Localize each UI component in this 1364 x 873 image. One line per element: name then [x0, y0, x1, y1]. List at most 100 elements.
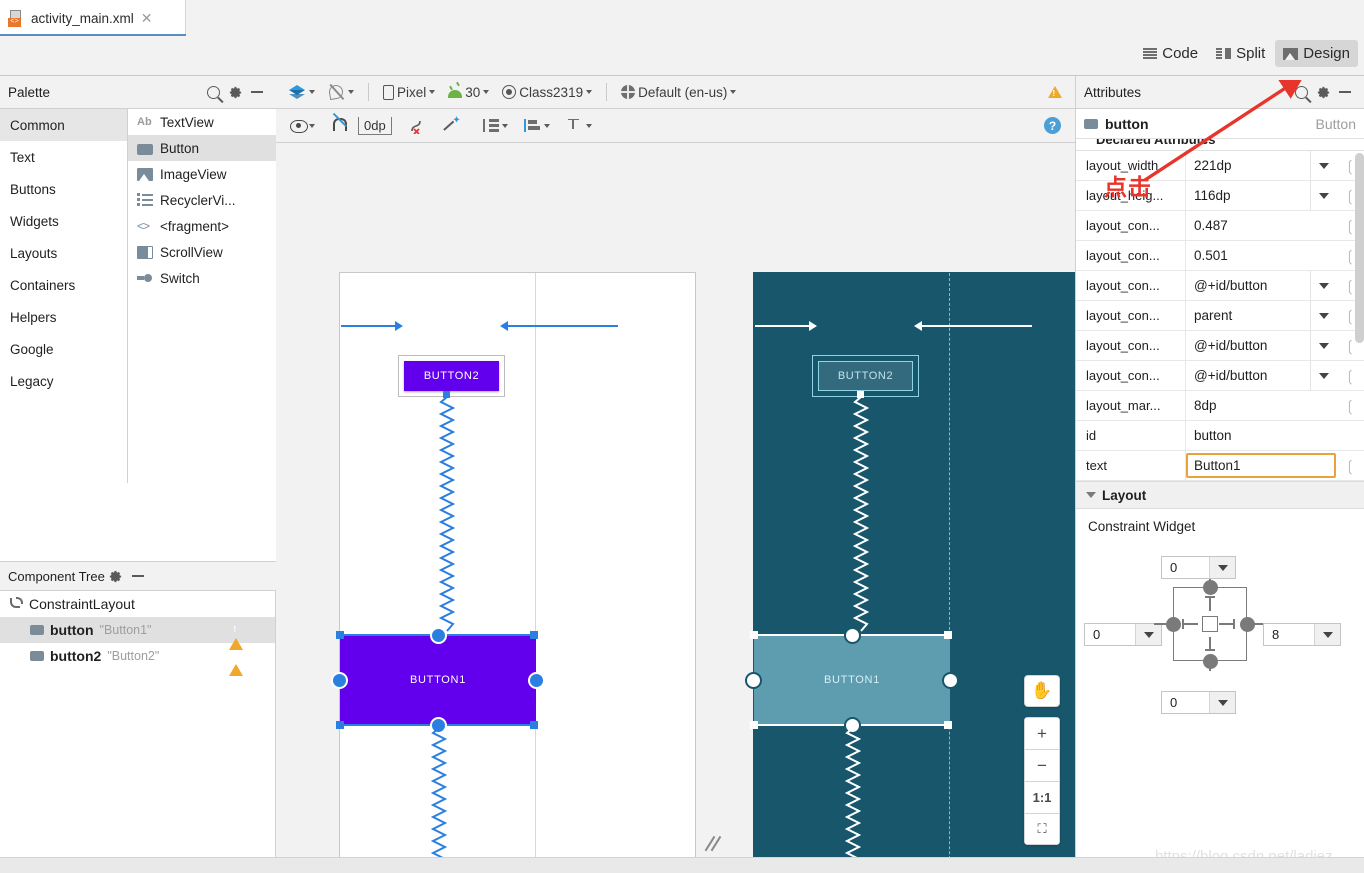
attr-value[interactable]: 8dp: [1186, 391, 1336, 420]
palette-category-helpers[interactable]: Helpers: [0, 301, 127, 333]
chevron-down-icon[interactable]: [1135, 624, 1161, 645]
palette-category-legacy[interactable]: Legacy: [0, 365, 127, 397]
palette-item-imageview[interactable]: ImageView: [128, 161, 276, 187]
tab-split[interactable]: Split: [1208, 40, 1273, 67]
margin-right-spinner[interactable]: 8: [1263, 623, 1341, 646]
editor-tab-activity-main[interactable]: <> activity_main.xml ✕: [0, 0, 186, 36]
attr-value[interactable]: 0.487: [1186, 211, 1336, 240]
preview-button2[interactable]: BUTTON2: [818, 361, 913, 391]
help-icon[interactable]: ?: [1039, 114, 1066, 137]
design-canvas[interactable]: BUTTON2 BUTTON1 BUTTON2 BUTTON1 ✋ + − 1:…: [276, 144, 1075, 873]
zoom-fit-button[interactable]: ⛶: [1024, 813, 1060, 845]
margin-bottom-value[interactable]: 0: [1162, 695, 1209, 710]
panel-resize-grip[interactable]: [704, 835, 724, 853]
palette-item-recyclerview[interactable]: RecyclerVi...: [128, 187, 276, 213]
layers-icon[interactable]: [284, 82, 320, 103]
close-icon[interactable]: ✕: [141, 11, 153, 25]
attr-value[interactable]: parent: [1186, 301, 1310, 330]
chevron-down-icon[interactable]: [1310, 301, 1336, 330]
gear-icon[interactable]: [1312, 81, 1334, 103]
minimize-icon[interactable]: [246, 81, 268, 103]
text-attribute-input[interactable]: Button1: [1186, 453, 1336, 478]
resize-handle-bl[interactable]: [750, 721, 758, 729]
palette-item-textview[interactable]: Ab TextView: [128, 109, 276, 135]
chevron-down-icon[interactable]: [1310, 151, 1336, 180]
attr-row-constraint-end[interactable]: layout_con... @+id/button ❲: [1076, 331, 1364, 361]
minimize-icon[interactable]: [127, 565, 149, 587]
locale-selector[interactable]: Default (en-us): [616, 82, 741, 103]
resize-handle-tl[interactable]: [336, 631, 344, 639]
warning-icon[interactable]: [229, 622, 243, 650]
tree-node-button[interactable]: button "Button1": [0, 617, 275, 650]
declared-attributes-header[interactable]: Declared Attributes: [1076, 139, 1364, 151]
resize-handle-bl[interactable]: [336, 721, 344, 729]
margin-top-value[interactable]: 0: [1162, 560, 1209, 575]
layout-section-header[interactable]: Layout: [1076, 481, 1364, 509]
search-icon[interactable]: [1290, 81, 1312, 103]
tree-node-constraintlayout[interactable]: ConstraintLayout: [0, 591, 275, 617]
attr-row-layout-margin[interactable]: layout_mar... 8dp ❲: [1076, 391, 1364, 421]
attr-row-id[interactable]: id button: [1076, 421, 1364, 451]
attr-value[interactable]: @+id/button: [1186, 361, 1310, 390]
attr-row-constraint-bottom[interactable]: layout_con... @+id/button ❲: [1076, 361, 1364, 391]
resize-handle-br[interactable]: [530, 721, 538, 729]
chevron-down-icon[interactable]: [1310, 361, 1336, 390]
margin-left-spinner[interactable]: 0: [1084, 623, 1162, 646]
attr-resource-picker[interactable]: ❲: [1336, 451, 1364, 480]
anchor-right[interactable]: [528, 672, 545, 689]
anchor-right[interactable]: [942, 672, 959, 689]
anchor-top[interactable]: [844, 627, 861, 644]
chevron-down-icon[interactable]: [1209, 692, 1235, 713]
zoom-out-button[interactable]: −: [1024, 749, 1060, 781]
tab-code[interactable]: Code: [1135, 40, 1206, 67]
gear-icon[interactable]: [105, 565, 127, 587]
palette-category-google[interactable]: Google: [0, 333, 127, 365]
chevron-down-icon[interactable]: [1209, 557, 1235, 578]
resize-handle-tl[interactable]: [750, 631, 758, 639]
palette-category-text[interactable]: Text: [0, 141, 127, 173]
infer-constraints-icon[interactable]: [438, 115, 465, 137]
anchor-left[interactable]: [331, 672, 348, 689]
theme-selector[interactable]: Class2319: [497, 82, 597, 103]
resize-handle-br[interactable]: [944, 721, 952, 729]
attr-value[interactable]: 221dp: [1186, 151, 1310, 180]
default-margin-value[interactable]: 0dp: [358, 116, 392, 135]
attributes-scrollbar[interactable]: [1355, 153, 1364, 433]
chevron-down-icon[interactable]: [1314, 624, 1340, 645]
anchor-top[interactable]: [430, 627, 447, 644]
search-icon[interactable]: [202, 81, 224, 103]
autoconnect-icon[interactable]: [326, 115, 352, 136]
gear-icon[interactable]: [224, 81, 246, 103]
warning-icon[interactable]: [1043, 83, 1067, 101]
resize-handle-tr[interactable]: [944, 631, 952, 639]
palette-item-scrollview[interactable]: ScrollView: [128, 239, 276, 265]
palette-item-button[interactable]: Button: [128, 135, 276, 161]
attr-row-horizontal-bias[interactable]: layout_con... 0.487 ❲: [1076, 211, 1364, 241]
no-render-icon[interactable]: [323, 81, 359, 103]
chevron-down-icon[interactable]: [1310, 181, 1336, 210]
palette-category-layouts[interactable]: Layouts: [0, 237, 127, 269]
chevron-down-icon[interactable]: [1310, 271, 1336, 300]
anchor-left[interactable]: [1166, 617, 1181, 632]
attr-value[interactable]: 116dp: [1186, 181, 1310, 210]
device-selector[interactable]: Pixel: [378, 82, 440, 103]
guidelines-icon[interactable]: [477, 115, 513, 137]
preview-button1[interactable]: BUTTON1: [754, 635, 950, 725]
palette-item-fragment[interactable]: <> <fragment>: [128, 213, 276, 239]
align-icon[interactable]: [519, 115, 555, 137]
design-preview-device[interactable]: BUTTON2 BUTTON1: [331, 272, 696, 873]
warning-icon[interactable]: [229, 648, 243, 676]
attr-row-constraint-top[interactable]: layout_con... parent ❲: [1076, 301, 1364, 331]
resize-handle-tr[interactable]: [530, 631, 538, 639]
attr-row-text[interactable]: text Button1 ❲: [1076, 451, 1364, 481]
minimize-icon[interactable]: [1334, 81, 1356, 103]
margin-left-value[interactable]: 0: [1085, 627, 1135, 642]
preview-button2[interactable]: BUTTON2: [404, 361, 499, 391]
palette-category-buttons[interactable]: Buttons: [0, 173, 127, 205]
palette-category-common[interactable]: Common: [0, 109, 127, 141]
chevron-down-icon[interactable]: [1310, 331, 1336, 360]
attr-value[interactable]: 0.501: [1186, 241, 1336, 270]
anchor-left[interactable]: [745, 672, 762, 689]
attr-value[interactable]: button: [1186, 421, 1364, 450]
palette-category-containers[interactable]: Containers: [0, 269, 127, 301]
